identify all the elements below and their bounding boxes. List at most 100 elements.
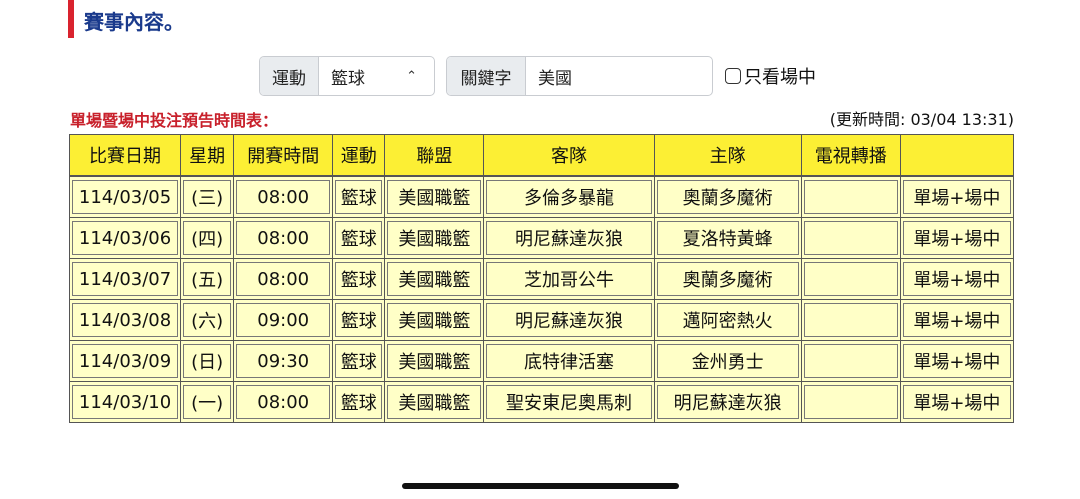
cell-sport-text: 籃球	[335, 303, 383, 337]
cell-tv-text	[803, 303, 898, 337]
cell-sport: 籃球	[333, 218, 386, 259]
cell-date-text: 114/03/09	[72, 344, 179, 378]
cell-weekday-text: (六)	[183, 303, 232, 337]
cell-away-team-text: 底特律活塞	[486, 344, 652, 378]
cell-weekday: (六)	[181, 300, 235, 341]
cell-league: 美國職籃	[385, 218, 485, 259]
cell-tv	[801, 382, 901, 423]
cell-league: 美國職籃	[385, 382, 485, 423]
cell-away-team: 明尼蘇達灰狼	[484, 218, 655, 259]
cell-weekday: (一)	[181, 382, 235, 423]
table-row: 114/03/05 (三) 08:00 籃球 美國職籃 多倫多暴龍 奧蘭多魔術 單場+場中	[70, 177, 1014, 218]
cell-date: 114/03/07	[70, 259, 182, 300]
cell-weekday: (四)	[181, 218, 235, 259]
col-header-league: 聯盟	[385, 135, 485, 177]
live-only-toggle[interactable]: 只看場中	[725, 63, 816, 89]
cell-date: 114/03/08	[70, 300, 182, 341]
cell-date-text: 114/03/06	[72, 221, 179, 255]
sport-label: 運動	[260, 57, 319, 95]
cell-date-text: 114/03/10	[72, 385, 179, 419]
col-header-weekday: 星期	[181, 135, 235, 177]
keyword-field[interactable]: 關鍵字 美國	[446, 56, 713, 96]
live-only-label: 只看場中	[744, 67, 816, 88]
cell-tv-text	[803, 180, 898, 214]
cell-bet-type-text: 單場+場中	[902, 385, 1011, 419]
cell-league: 美國職籃	[385, 300, 485, 341]
cell-start-time: 08:00	[234, 259, 334, 300]
cell-sport-text: 籃球	[335, 344, 383, 378]
cell-bet-type-text: 單場+場中	[902, 221, 1011, 255]
cell-start-time-text: 08:00	[236, 221, 331, 255]
cell-weekday-text: (三)	[183, 180, 232, 214]
cell-sport-text: 籃球	[335, 385, 383, 419]
cell-home-team: 奧蘭多魔術	[654, 259, 802, 300]
cell-date-text: 114/03/05	[72, 180, 179, 214]
cell-home-team: 奧蘭多魔術	[654, 177, 802, 218]
cell-league-text: 美國職籃	[387, 303, 482, 337]
notice-text: 賽事內容。	[84, 10, 184, 34]
cell-bet-type: 單場+場中	[900, 259, 1014, 300]
cell-tv	[801, 218, 901, 259]
cell-start-time-text: 08:00	[236, 385, 331, 419]
cell-sport: 籃球	[333, 341, 386, 382]
cell-start-time: 08:00	[234, 177, 334, 218]
cell-league-text: 美國職籃	[387, 221, 482, 255]
col-header-home-team: 主隊	[654, 135, 802, 177]
cell-home-team-text: 金州勇士	[656, 344, 799, 378]
cell-home-team-text: 奧蘭多魔術	[656, 180, 799, 214]
cell-start-time: 08:00	[234, 382, 334, 423]
cell-home-team-text: 奧蘭多魔術	[656, 262, 799, 296]
col-header-bet-type	[900, 135, 1014, 177]
cell-weekday: (三)	[181, 177, 235, 218]
table-row: 114/03/08 (六) 09:00 籃球 美國職籃 明尼蘇達灰狼 邁阿密熱火 單場+場中	[70, 300, 1014, 341]
cell-tv-text	[803, 385, 898, 419]
sport-select[interactable]: 運動 籃球 ⌃︎	[259, 56, 435, 96]
cell-home-team: 夏洛特黃蜂	[654, 218, 802, 259]
cell-date: 114/03/05	[70, 177, 182, 218]
cell-tv	[801, 259, 901, 300]
cell-sport: 籃球	[333, 177, 386, 218]
cell-start-time-text: 09:30	[236, 344, 331, 378]
cell-bet-type: 單場+場中	[900, 300, 1014, 341]
cell-start-time-text: 08:00	[236, 262, 331, 296]
table-row: 114/03/10 (一) 08:00 籃球 美國職籃 聖安東尼奧馬刺 明尼蘇達灰狼 單場+場…	[70, 382, 1014, 423]
cell-date: 114/03/10	[70, 382, 182, 423]
col-header-away-team: 客隊	[484, 135, 655, 177]
cell-home-team: 金州勇士	[654, 341, 802, 382]
cell-bet-type-text: 單場+場中	[902, 262, 1011, 296]
cell-home-team-text: 夏洛特黃蜂	[656, 221, 799, 255]
cell-sport: 籃球	[333, 382, 386, 423]
cell-weekday-text: (日)	[183, 344, 232, 378]
cell-sport-text: 籃球	[335, 262, 383, 296]
cell-date-text: 114/03/07	[72, 262, 179, 296]
cell-league: 美國職籃	[385, 177, 485, 218]
sport-selected-text: 籃球	[331, 68, 365, 89]
home-indicator[interactable]	[402, 483, 679, 489]
cell-weekday: (日)	[181, 341, 235, 382]
live-only-checkbox[interactable]	[725, 68, 741, 84]
keyword-input[interactable]: 美國	[526, 57, 712, 95]
cell-start-time: 09:30	[234, 341, 334, 382]
keyword-label: 關鍵字	[447, 57, 526, 95]
cell-league-text: 美國職籃	[387, 385, 482, 419]
cell-tv-text	[803, 221, 898, 255]
cell-bet-type: 單場+場中	[900, 341, 1014, 382]
cell-home-team-text: 明尼蘇達灰狼	[656, 385, 799, 419]
cell-away-team: 芝加哥公牛	[484, 259, 655, 300]
cell-sport: 籃球	[333, 300, 386, 341]
cell-league: 美國職籃	[385, 259, 485, 300]
cell-sport-text: 籃球	[335, 221, 383, 255]
cell-date: 114/03/09	[70, 341, 182, 382]
cell-league-text: 美國職籃	[387, 344, 482, 378]
cell-weekday: (五)	[181, 259, 235, 300]
col-header-start-time: 開賽時間	[234, 135, 334, 177]
cell-away-team: 底特律活塞	[484, 341, 655, 382]
col-header-sport: 運動	[333, 135, 386, 177]
table-row: 114/03/06 (四) 08:00 籃球 美國職籃 明尼蘇達灰狼 夏洛特黃蜂 單場+場中	[70, 218, 1014, 259]
cell-start-time-text: 09:00	[236, 303, 331, 337]
sport-select-value[interactable]: 籃球 ⌃︎	[319, 57, 429, 95]
notice-banner: 賽事內容。	[68, 0, 1080, 38]
col-header-tv: 電視轉播	[801, 135, 901, 177]
cell-bet-type-text: 單場+場中	[902, 303, 1011, 337]
cell-bet-type: 單場+場中	[900, 218, 1014, 259]
